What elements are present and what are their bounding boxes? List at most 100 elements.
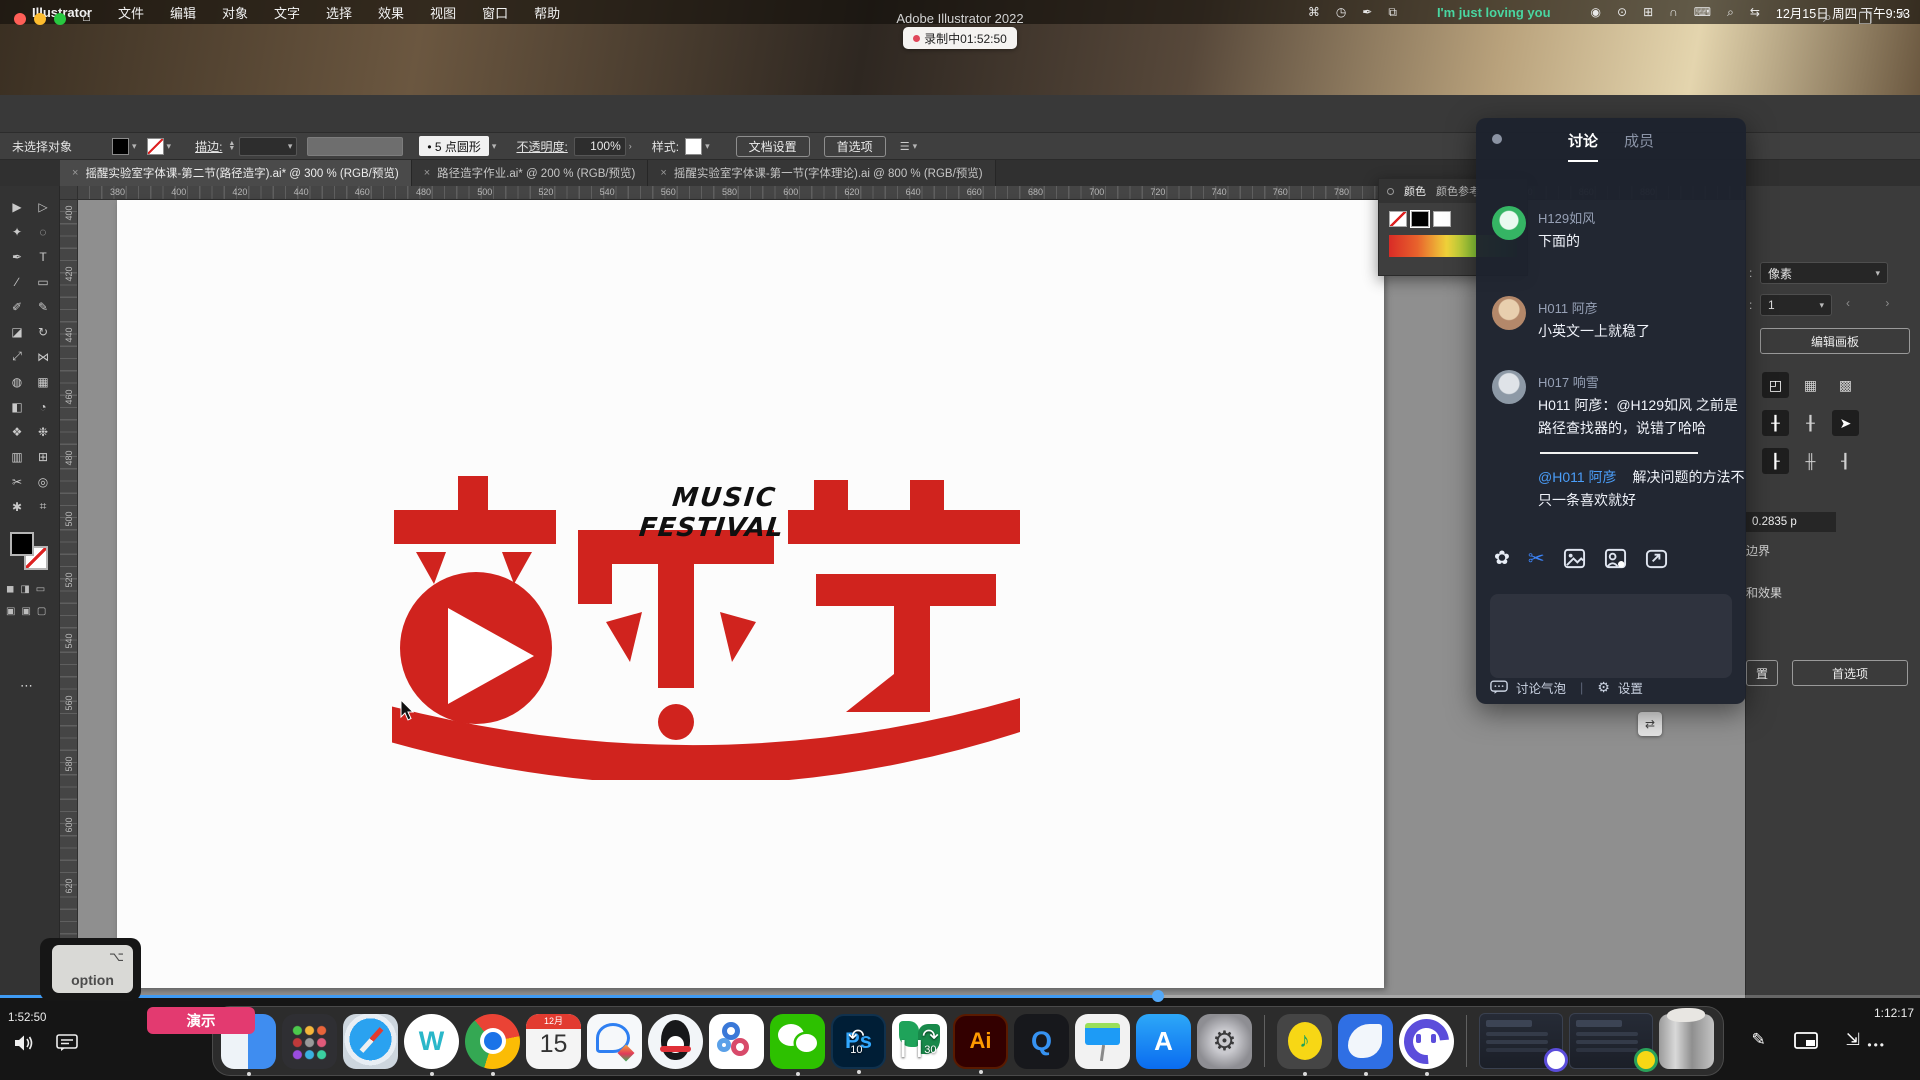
fill-proxy-swatch[interactable]: [10, 532, 34, 556]
draw-normal-icon[interactable]: ▣: [6, 606, 15, 617]
stroke-weight-field[interactable]: ▾: [239, 137, 297, 156]
settings-button[interactable]: 设置: [1618, 678, 1643, 697]
minimized-window-thumb[interactable]: [1569, 1013, 1653, 1069]
close-icon[interactable]: ×: [660, 167, 666, 179]
dock-chrome[interactable]: [465, 1014, 520, 1069]
dock-illustrator[interactable]: Ai: [953, 1014, 1008, 1069]
fill-color-swatch[interactable]: [112, 138, 129, 155]
preferences-button-right[interactable]: 首选项: [1792, 660, 1908, 686]
document-tab[interactable]: ×摇醒实验室字体课-第一节(字体理论).ai @ 800 % (RGB/预览): [648, 160, 995, 186]
dock-quicktime[interactable]: Q: [1014, 1014, 1069, 1069]
tab-discussion[interactable]: 讨论: [1568, 130, 1598, 162]
shape-builder-tool-icon[interactable]: ◍: [4, 369, 30, 394]
none-swatch[interactable]: [1389, 211, 1407, 227]
gradient-tool-icon[interactable]: ◧: [4, 394, 30, 419]
opacity-field[interactable]: 100%: [574, 137, 626, 156]
pencil-tool-icon[interactable]: ✎: [30, 294, 56, 319]
zoom-tool-icon[interactable]: ◎: [30, 469, 56, 494]
width-tool-icon[interactable]: ⋈: [30, 344, 56, 369]
direct-selection-tool-icon[interactable]: ▷: [30, 194, 56, 219]
magic-wand-tool-icon[interactable]: ✦: [4, 219, 30, 244]
music-festival-logo[interactable]: MUSIC FESTIVAL: [392, 470, 1032, 780]
graph-tool-icon[interactable]: ▥: [4, 444, 30, 469]
collapse-chevron-icon[interactable]: ^: [1898, 9, 1906, 29]
close-icon[interactable]: ×: [72, 167, 78, 179]
pip-icon[interactable]: [1794, 1032, 1818, 1049]
preferences-button[interactable]: 首选项: [824, 136, 886, 157]
rectangle-tool-icon[interactable]: ▭: [30, 269, 56, 294]
ruler-origin-corner[interactable]: [60, 186, 78, 200]
demo-button[interactable]: 演示: [147, 1007, 255, 1034]
lasso-tool-icon[interactable]: ◌: [30, 219, 56, 244]
eyedropper-tool-icon[interactable]: ◔: [30, 394, 56, 419]
dock-trash[interactable]: [1659, 1014, 1714, 1069]
skip-forward-control[interactable]: ↷30: [922, 1030, 939, 1056]
share-icon[interactable]: [1645, 547, 1668, 570]
style-swatch[interactable]: [685, 138, 702, 155]
dropdown-caret-icon[interactable]: ▾: [167, 141, 172, 152]
keyline-value-field[interactable]: 0.2835 p: [1746, 512, 1836, 532]
stroke-weight-label[interactable]: 描边:: [195, 138, 222, 155]
dropdown-caret-icon[interactable]: ▾: [913, 141, 918, 152]
workspace-layout-icon[interactable]: ❐: [1858, 9, 1872, 29]
selection-tool-icon[interactable]: ▶: [4, 194, 30, 219]
dock-safari[interactable]: [343, 1014, 398, 1069]
panel-collapse-icon[interactable]: ⇄: [1638, 712, 1662, 736]
snap-to-point-icon[interactable]: ┨: [1832, 448, 1859, 474]
eraser-tool-icon[interactable]: ◪: [4, 319, 30, 344]
dropdown-caret-icon[interactable]: ▾: [705, 141, 710, 152]
show-rulers-icon[interactable]: ◰: [1762, 372, 1789, 398]
dock-launchpad[interactable]: [282, 1014, 337, 1069]
volume-icon[interactable]: [14, 1034, 34, 1052]
dock-w-app[interactable]: W: [404, 1014, 459, 1069]
minimized-window-thumb[interactable]: [1479, 1013, 1563, 1069]
screen-mode-icon[interactable]: ▢: [37, 606, 46, 617]
caption-icon[interactable]: [56, 1034, 78, 1052]
document-setup-clipped-button[interactable]: 置: [1746, 660, 1778, 686]
lock-guides-icon[interactable]: ╂: [1797, 410, 1824, 436]
video-progress-knob[interactable]: [1152, 990, 1164, 1002]
type-tool-icon[interactable]: T: [30, 244, 56, 269]
mesh-tool-icon[interactable]: ▦: [30, 369, 56, 394]
hand-tool-icon[interactable]: ✱: [4, 494, 30, 519]
expand-chevron-icon[interactable]: ›: [629, 141, 632, 151]
pencil-icon[interactable]: ✎: [1752, 1030, 1766, 1050]
blend-tool-icon[interactable]: ❖: [4, 419, 30, 444]
none-mode-icon[interactable]: ▭: [36, 584, 45, 595]
dock-keynote[interactable]: [1075, 1014, 1130, 1069]
line-segment-tool-icon[interactable]: ∕: [4, 269, 30, 294]
rotate-tool-icon[interactable]: ↻: [30, 319, 56, 344]
opacity-label[interactable]: 不透明度:: [516, 138, 567, 155]
document-tab[interactable]: ×路径造字作业.ai* @ 200 % (RGB/预览): [412, 160, 649, 186]
snap-to-pixel-icon[interactable]: ╫: [1797, 448, 1824, 474]
draw-behind-icon[interactable]: ▣: [21, 606, 30, 617]
dock-smiley-app[interactable]: [1399, 1014, 1454, 1069]
edit-toolbar-icon[interactable]: ⋯: [20, 678, 34, 694]
dock-app-store[interactable]: A: [1136, 1014, 1191, 1069]
dropdown-caret-icon[interactable]: ▾: [492, 141, 497, 152]
artboard-tool-icon[interactable]: ⊞: [30, 444, 56, 469]
panel-dot-icon[interactable]: [1387, 188, 1394, 195]
white-swatch[interactable]: [1433, 211, 1451, 227]
artboard-number-field[interactable]: 1 ▾: [1760, 294, 1832, 316]
align-options-icon[interactable]: ☰: [900, 140, 910, 153]
document-setup-button[interactable]: 文档设置: [736, 136, 810, 157]
avatar-image-icon[interactable]: [1604, 547, 1627, 570]
variable-width-profile-field[interactable]: [307, 137, 403, 156]
tab-members[interactable]: 成员: [1624, 130, 1654, 162]
paintbrush-tool-icon[interactable]: ✐: [4, 294, 30, 319]
dock-eagle-app[interactable]: [1338, 1014, 1393, 1069]
bubble-toggle[interactable]: 讨论气泡: [1516, 678, 1566, 697]
dock-wechat[interactable]: [770, 1014, 825, 1069]
tab-color-guide[interactable]: 颜色参考: [1436, 183, 1480, 199]
fill-stroke-indicator[interactable]: [10, 532, 50, 572]
dock-chat-app[interactable]: [587, 1014, 642, 1069]
close-icon[interactable]: ×: [424, 167, 430, 179]
symbol-sprayer-tool-icon[interactable]: ❉: [30, 419, 56, 444]
dock-qq[interactable]: [648, 1014, 703, 1069]
smart-guides-icon[interactable]: ➤: [1832, 410, 1859, 436]
flower-sticker-icon[interactable]: ✿: [1494, 547, 1510, 570]
gradient-mode-icon[interactable]: ◨: [20, 584, 29, 595]
stroke-color-swatch[interactable]: [147, 138, 164, 155]
edit-artboards-button[interactable]: 编辑画板: [1760, 328, 1910, 354]
